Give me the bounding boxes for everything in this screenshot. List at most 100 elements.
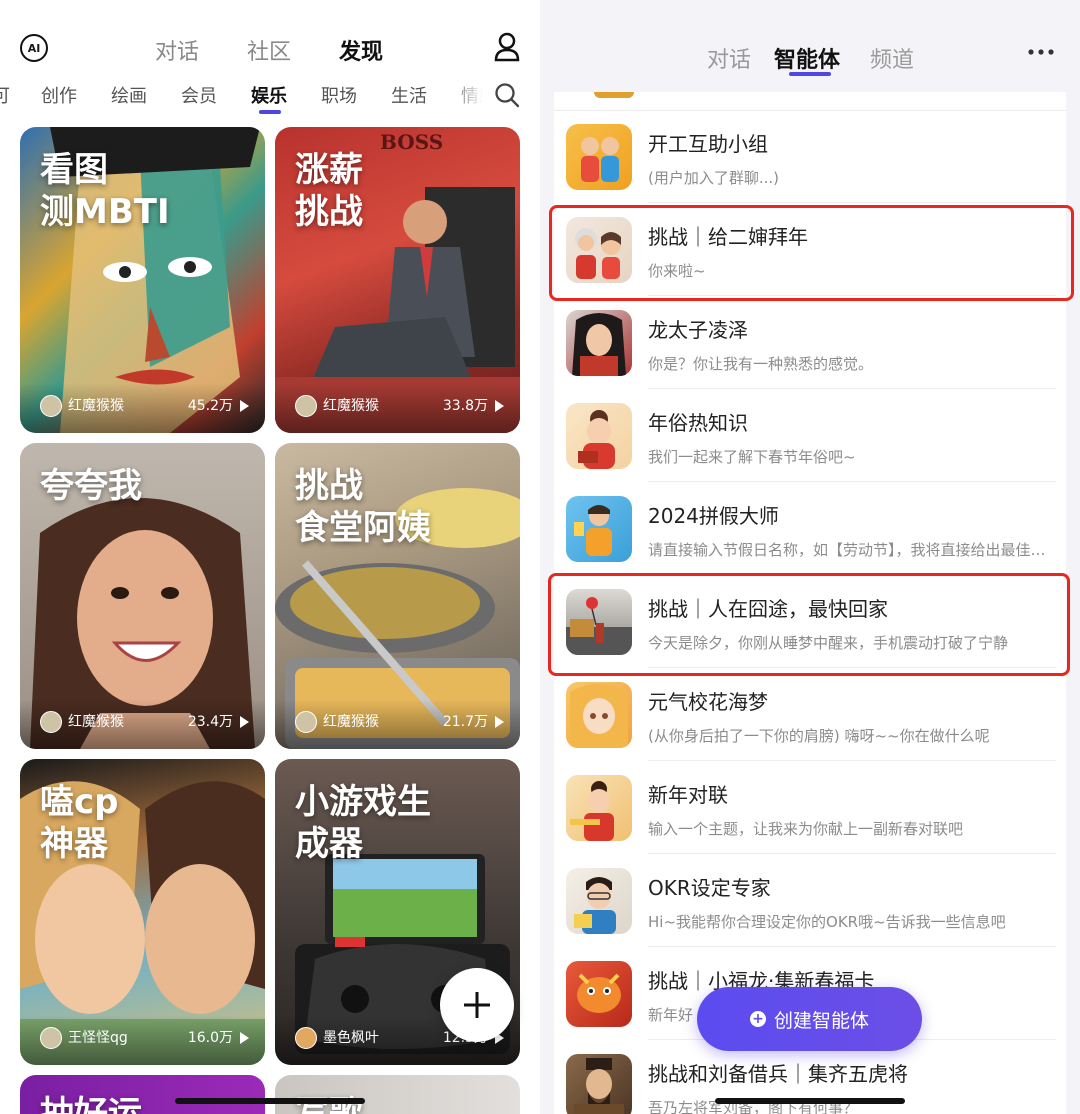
bot-card[interactable]: 嗑cp 神器 王怪怪qg 16.0万	[20, 759, 265, 1065]
agent-subtitle: 输入一个主题，让我来为你献上一副新春对联吧	[648, 820, 964, 838]
play-icon	[240, 716, 249, 728]
card-title: 小游戏生 成器	[295, 782, 431, 864]
agent-item[interactable]: 元气校花海梦 (从你身后拍了一下你的肩膀) 嗨呀~~你在做什么呢	[554, 668, 1066, 761]
agent-subtitle: (用户加入了群聊...)	[648, 169, 780, 187]
agent-subtitle: 请直接输入节假日名称，如【劳动节】，我将直接给出最佳拼假方案	[648, 541, 1048, 559]
bot-card[interactable]: BOSS 涨薪 挑战 红魔猴猴 33.8万	[275, 127, 520, 433]
category-tab[interactable]: 职场	[321, 82, 357, 108]
category-tab-active[interactable]: 娱乐	[251, 82, 287, 108]
play-icon	[495, 716, 504, 728]
agent-title: OKR设定专家	[648, 876, 771, 900]
tab-underline	[789, 72, 831, 76]
agent-avatar	[566, 961, 632, 1027]
agent-item[interactable]: 新年对联 输入一个主题，让我来为你献上一副新春对联吧	[554, 761, 1066, 854]
user-icon[interactable]	[494, 32, 520, 62]
author-name: 红魔猴猴	[323, 398, 379, 414]
plus-icon	[464, 992, 490, 1018]
play-icon	[495, 400, 504, 412]
app-logo[interactable]: AI	[20, 34, 48, 62]
tab-chat[interactable]: 对话	[155, 34, 199, 66]
agent-title: 开工互助小组	[648, 132, 768, 156]
agent-title: 龙太子凌泽	[648, 318, 748, 342]
category-tab[interactable]: 会员	[181, 82, 217, 108]
bot-card[interactable]: 夸夸我 红魔猴猴 23.4万	[20, 443, 265, 749]
author-name: 红魔猴猴	[323, 714, 379, 730]
agent-avatar	[566, 403, 632, 469]
agent-title: 新年对联	[648, 783, 728, 807]
category-underline	[259, 110, 281, 114]
agent-item[interactable]: 2024拼假大师 请直接输入节假日名称，如【劳动节】，我将直接给出最佳拼假方案	[554, 482, 1066, 575]
play-icon	[240, 400, 249, 412]
play-count: 21.7万	[442, 714, 488, 730]
search-icon[interactable]	[494, 82, 520, 108]
tab-agents[interactable]: 智能体	[774, 42, 840, 74]
agent-title: 元气校花海梦	[648, 690, 768, 714]
discover-panel: AI 对话 社区 发现 可 创作 绘画 会员 娱乐 职场 生活 情感	[0, 0, 540, 1114]
agent-avatar	[566, 1054, 632, 1114]
tab-community[interactable]: 社区	[247, 34, 291, 66]
agent-avatar	[566, 496, 632, 562]
author-avatar	[295, 711, 317, 733]
author-avatar	[40, 395, 62, 417]
card-title: 嗑cp 神器	[40, 782, 119, 864]
agent-avatar	[566, 868, 632, 934]
create-agent-button[interactable]: + 创建智能体	[697, 987, 922, 1051]
agent-subtitle: 你是？你让我有一种熟悉的感觉。	[648, 355, 874, 373]
author-avatar	[40, 711, 62, 733]
bot-card[interactable]: 看图 测MBTI 红魔猴猴 45.2万	[20, 127, 265, 433]
more-icon[interactable]	[1027, 42, 1055, 62]
play-icon	[240, 1032, 249, 1044]
plus-circle-icon: +	[749, 1011, 766, 1027]
agent-subtitle: (从你身后拍了一下你的肩膀) 嗨呀~~你在做什么呢	[648, 727, 990, 745]
bot-card[interactable]: 写歌	[275, 1075, 520, 1114]
highlight-box	[548, 573, 1070, 676]
create-agent-label: 创建智能体	[773, 1009, 869, 1032]
author-name: 红魔猴猴	[68, 714, 124, 730]
card-title: 夸夸我	[40, 466, 142, 506]
agent-item[interactable]: 年俗热知识 我们一起来了解下春节年俗吧~	[554, 389, 1066, 482]
author-avatar	[40, 1027, 62, 1049]
highlight-box	[549, 205, 1074, 301]
category-tabs: 可 创作 绘画 会员 娱乐 职场 生活 情感	[0, 80, 540, 120]
agent-subtitle: Hi~我能帮你合理设定你的OKR哦~告诉我一些信息吧	[648, 913, 1006, 931]
play-count: 16.0万	[187, 1030, 233, 1046]
agent-title: 2024拼假大师	[648, 504, 779, 528]
card-title: 挑战 食堂阿姨	[295, 466, 431, 548]
tab-channels[interactable]: 频道	[870, 42, 914, 74]
category-tab[interactable]: 创作	[41, 82, 77, 108]
agent-item[interactable]: 龙太子凌泽 你是？你让我有一种熟悉的感觉。	[554, 296, 1066, 389]
agent-title: 挑战和刘备借兵｜集齐五虎将	[648, 1062, 908, 1086]
agent-avatar	[566, 124, 632, 190]
author-name: 王怪怪qg	[68, 1030, 128, 1046]
agent-item[interactable]: OKR设定专家 Hi~我能帮你合理设定你的OKR哦~告诉我一些信息吧	[554, 854, 1066, 947]
agent-avatar	[566, 310, 632, 376]
home-indicator	[175, 1098, 365, 1104]
play-count: 45.2万	[187, 398, 233, 414]
category-tab[interactable]: 生活	[391, 82, 427, 108]
agent-avatar	[566, 775, 632, 841]
agent-subtitle: 我们一起来了解下春节年俗吧~	[648, 448, 856, 466]
author-avatar	[295, 395, 317, 417]
bot-card[interactable]: 挑战 食堂阿姨 红魔猴猴 21.7万	[275, 443, 520, 749]
category-tab[interactable]: 可	[0, 82, 10, 108]
tab-discover[interactable]: 发现	[339, 34, 383, 66]
agent-title: 年俗热知识	[648, 411, 748, 435]
home-indicator	[715, 1098, 905, 1104]
play-count: 23.4万	[187, 714, 233, 730]
card-title: 涨薪 挑战	[295, 150, 363, 232]
bot-card[interactable]: 抽好运	[20, 1075, 265, 1114]
add-button[interactable]	[440, 968, 514, 1042]
agent-avatar	[566, 682, 632, 748]
agents-panel: 对话 智能体 频道 开工互助小组 (用户加入了群聊...) 挑战｜给二婶拜年 你…	[540, 0, 1080, 1114]
author-name: 墨色枫叶	[323, 1030, 379, 1046]
agent-item[interactable]: 开工互助小组 (用户加入了群聊...)	[554, 110, 1066, 203]
fade-overlay	[448, 80, 498, 118]
author-name: 红魔猴猴	[68, 398, 124, 414]
top-nav: AI 对话 社区 发现	[0, 0, 540, 80]
play-count: 33.8万	[442, 398, 488, 414]
tab-chat[interactable]: 对话	[707, 42, 751, 74]
list-top-fragment	[554, 92, 1066, 111]
category-tab[interactable]: 绘画	[111, 82, 147, 108]
author-avatar	[295, 1027, 317, 1049]
card-title: 看图 测MBTI	[40, 150, 170, 232]
